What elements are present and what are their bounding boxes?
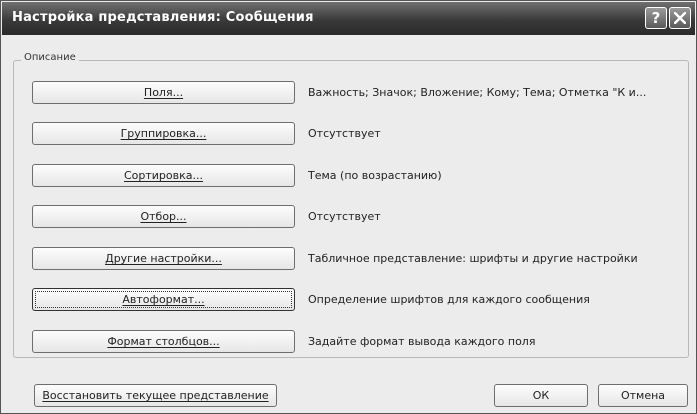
sorting-button[interactable]: Сортировка... [32,164,295,187]
grouping-description: Отсутствует [308,127,381,140]
autoformat-button[interactable]: Автоформат... [32,288,295,311]
filter-description: Отсутствует [308,210,381,223]
title-bar[interactable]: Настройка представления: Сообщения ? [2,2,695,35]
window-title: Настройка представления: Сообщения [12,10,314,25]
close-button[interactable] [669,7,691,29]
dialog-window: Настройка представления: Сообщения ? Опи… [0,0,697,414]
sorting-description: Тема (по возрастанию) [308,169,442,182]
cancel-button[interactable]: Отмена [598,384,688,407]
fields-button[interactable]: Поля... [32,81,295,104]
filter-button[interactable]: Отбор... [32,205,295,228]
help-button[interactable]: ? [645,7,667,29]
column-format-button[interactable]: Формат столбцов... [32,330,295,353]
restore-view-button[interactable]: Восстановить текущее представление [34,384,277,407]
ok-button[interactable]: ОК [494,384,588,407]
close-icon [674,12,686,24]
fields-description: Важность; Значок; Вложение; Кому; Тема; … [308,86,647,99]
help-icon: ? [651,9,661,27]
autoformat-description: Определение шрифтов для каждого сообщени… [308,293,590,306]
group-label: Описание [21,52,79,63]
other-settings-button[interactable]: Другие настройки... [32,247,295,270]
other-settings-description: Табличное представление: шрифты и другие… [308,252,638,265]
column-format-description: Задайте формат вывода каждого поля [308,335,536,348]
grouping-button[interactable]: Группировка... [32,122,295,145]
